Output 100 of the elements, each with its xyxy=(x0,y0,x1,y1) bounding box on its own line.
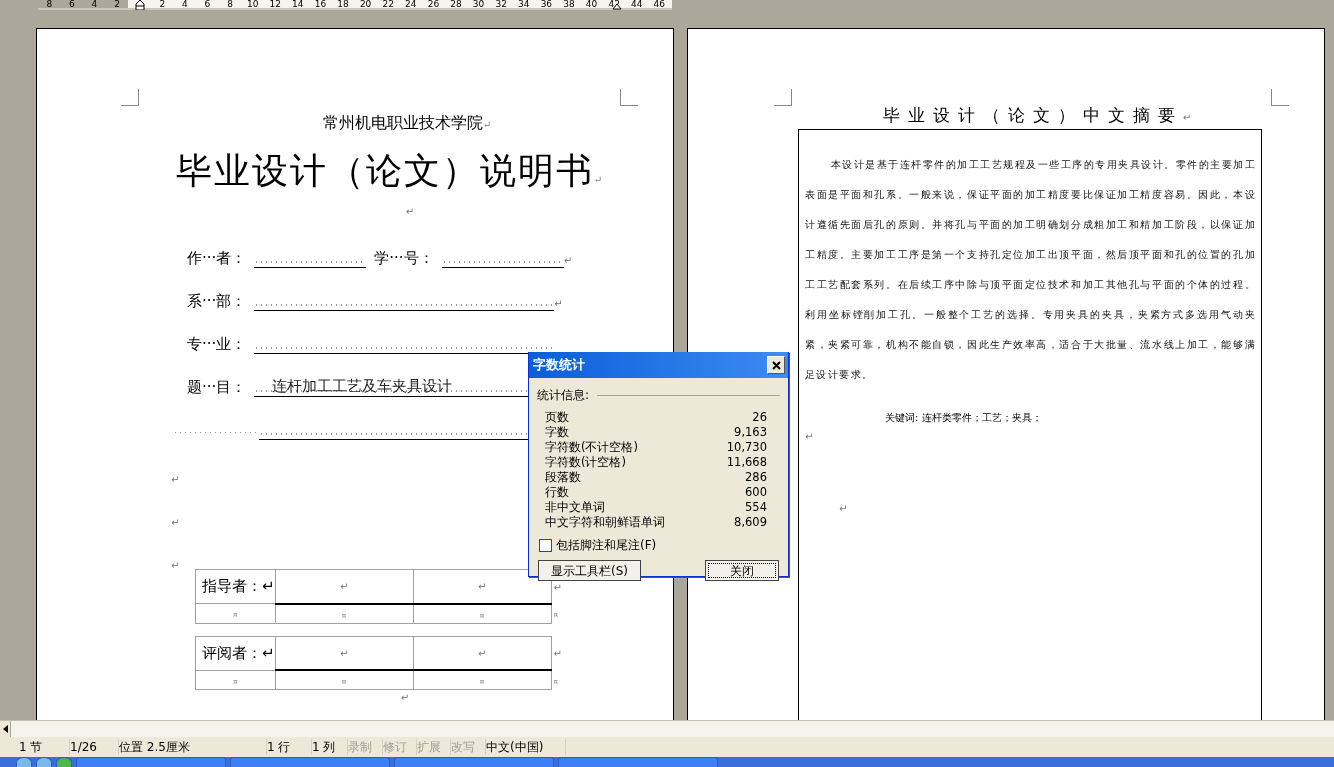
ruler-number: 6 xyxy=(203,0,212,8)
status-item: 扩展 xyxy=(417,739,451,755)
stat-label: 中文字符和朝鲜语单词 xyxy=(545,515,665,530)
group-label: 统计信息: xyxy=(537,387,590,404)
ruler-number: 6 xyxy=(68,0,76,8)
paragraph-mark: ↵ xyxy=(405,206,415,217)
close-icon xyxy=(771,360,781,370)
dialog-button[interactable]: 关闭 xyxy=(705,560,779,581)
field-label: 系···部： xyxy=(187,291,247,311)
status-item: 修订 xyxy=(383,739,417,755)
crop-mark xyxy=(774,89,792,106)
field-label: 专···业： xyxy=(187,334,247,354)
ruler-number: 30 xyxy=(471,0,486,8)
taskbar-button[interactable] xyxy=(230,757,390,767)
paragraph-mark: ↵ xyxy=(171,560,180,571)
horizontal-scrollbar[interactable] xyxy=(0,720,1334,737)
ruler-number: 44 xyxy=(630,0,644,8)
paragraph-mark: ↵ xyxy=(554,297,563,311)
stat-label: 字符数(不计空格) xyxy=(545,440,638,455)
checkbox-label: 包括脚注和尾注(F) xyxy=(556,537,657,554)
close-button[interactable] xyxy=(767,356,785,374)
indent-marker-icon[interactable] xyxy=(134,0,145,10)
paragraph-mark: ↵ xyxy=(805,430,814,442)
dialog-title: 字数统计 xyxy=(533,356,585,375)
field-label: 题···目： xyxy=(187,377,247,397)
status-item: 改写 xyxy=(451,739,486,755)
ruler-number: 46 xyxy=(652,0,667,8)
stat-value: 600 xyxy=(745,485,767,500)
ruler-number: 10 xyxy=(245,0,260,8)
checkbox[interactable] xyxy=(539,538,552,552)
document-title: 毕业设计（论文）说明书 xyxy=(175,150,594,191)
paragraph-mark: ↵ xyxy=(171,474,180,485)
taskbar-button[interactable] xyxy=(76,757,226,767)
paragraph-mark: ↵ xyxy=(839,502,848,514)
cell-text: 评阅者：↵ xyxy=(202,643,275,662)
stat-value: 10,730 xyxy=(726,440,767,455)
paragraph-mark: ↵ xyxy=(482,119,492,130)
abstract-title: 毕业设计（论文）中文摘要 xyxy=(882,105,1183,125)
status-item: 录制 xyxy=(348,739,383,755)
field-label: 学···号： xyxy=(374,248,434,268)
ruler-number: 22 xyxy=(381,0,395,8)
ruler-number: 16 xyxy=(313,0,328,8)
field-label: 作···者： xyxy=(187,248,247,268)
stat-value: 26 xyxy=(752,410,767,425)
ruler-number: 38 xyxy=(562,0,576,8)
crop-mark xyxy=(1271,89,1289,106)
stat-label: 页数 xyxy=(545,410,569,425)
left-arrow-icon[interactable] xyxy=(2,725,8,733)
abstract-paragraph: 本设计是基于连杆零件的加工工艺规程及一些工序的专用夹具设计。零件的主要加工表面是平面和孔系。一般来说，保证平面的加工精度要比保证加工精度容易。因此，本设计遵循先面后孔的原则。并将孔与平面的加工明确划分成粗加工和精加工阶段，以保证加工精度。主要加工工序是第一个支持孔定位加工出顶平面，然后顶平面和孔的位置的孔加工工艺配套系列。在后续工序中除与顶平面定位技术和加工其他孔与平面的个体的过程。利用坐标镗削加工孔。一般整个工艺的选择。专用夹具的夹具，夹紧方式多选用气动夹紧，夹紧可靠，机构不能自锁，因此生产效率高，适合于大批量、流水线上加工，能够满足设计要求。 xyxy=(805,157,1256,382)
row-end-mark: ↵ xyxy=(553,581,562,593)
ruler-number: 24 xyxy=(404,0,418,8)
paragraph-mark: ↵ xyxy=(593,174,605,185)
stat-value: 11,668 xyxy=(726,455,767,470)
quick-launch-icon[interactable] xyxy=(36,757,52,767)
stat-label: 非中文单词 xyxy=(545,500,605,515)
quick-launch-icon[interactable] xyxy=(16,757,32,767)
ruler-number: 26 xyxy=(426,0,441,8)
stat-label: 行数 xyxy=(545,485,569,500)
stat-value: 286 xyxy=(745,470,767,485)
cell-mark: ↵ xyxy=(339,581,349,593)
taskbar-button[interactable] xyxy=(394,757,554,767)
paragraph-mark: ↵ xyxy=(171,517,180,528)
status-item: 1 节 xyxy=(19,739,70,755)
crop-mark xyxy=(121,89,139,106)
cell-mark: ↵ xyxy=(339,647,349,659)
ruler-number: 2 xyxy=(158,0,167,8)
status-item: 中文(中国) xyxy=(486,739,566,755)
stat-label: 字符数(计空格) xyxy=(545,455,626,470)
cell-mark: ↵ xyxy=(477,647,487,659)
status-item: 位置 2.5厘米 xyxy=(119,739,267,755)
stat-label: 段落数 xyxy=(545,470,581,485)
row-end-mark: ↵ xyxy=(553,648,562,659)
quick-launch-icon[interactable] xyxy=(56,757,72,767)
ruler-number: 2 xyxy=(113,0,121,8)
ruler-number: 14 xyxy=(291,0,305,8)
ruler-number: 32 xyxy=(494,0,508,8)
ruler-number: 4 xyxy=(181,0,189,8)
dialog-button[interactable]: 显示工具栏(S) xyxy=(538,560,641,581)
ruler-number: 34 xyxy=(517,0,531,8)
crop-mark xyxy=(620,89,638,106)
ruler-number: 40 xyxy=(584,0,599,8)
status-item: 1 行 xyxy=(267,739,312,755)
ruler-number: 20 xyxy=(358,0,373,8)
stat-value: 8,609 xyxy=(734,515,767,530)
stat-value: 9,163 xyxy=(734,425,767,440)
paragraph-mark: ↵ xyxy=(563,254,572,268)
stat-value: 554 xyxy=(745,500,767,515)
stat-label: 字数 xyxy=(545,425,569,440)
taskbar-button[interactable] xyxy=(558,757,718,767)
status-item: 1 列 xyxy=(312,739,348,755)
ruler-number: 8 xyxy=(226,0,234,8)
paragraph-mark: ↵ xyxy=(1182,112,1200,123)
paragraph-mark: ↵ xyxy=(400,692,410,703)
cell-text: 指导者：↵ xyxy=(202,577,275,596)
keywords-text: 关键词: 连杆类零件；工艺；夹具； xyxy=(884,410,1043,425)
school-name: 常州机电职业技术学院 xyxy=(322,113,483,132)
cell-mark: ↵ xyxy=(477,581,487,593)
ruler-number: 36 xyxy=(539,0,554,8)
ruler-number: 4 xyxy=(90,0,99,8)
ruler-number: 18 xyxy=(336,0,350,8)
